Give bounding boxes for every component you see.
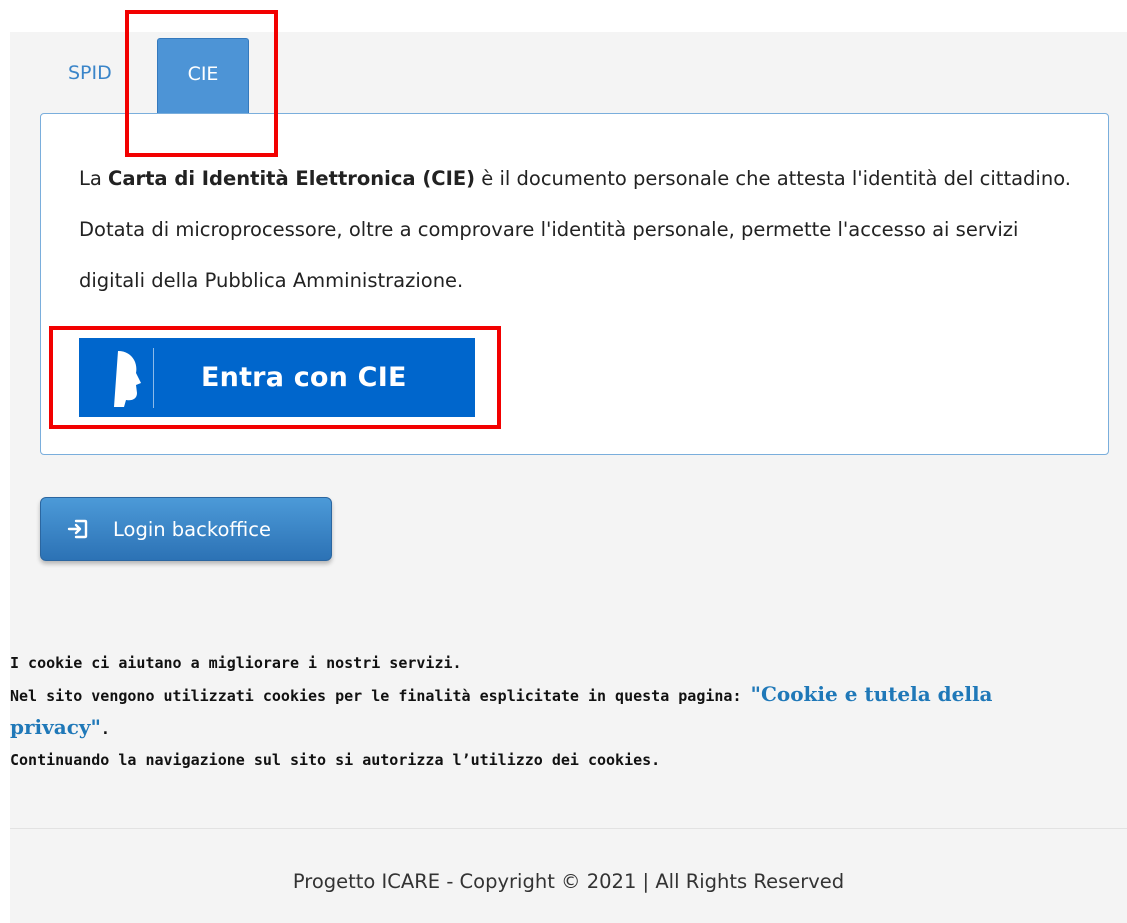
description-prefix: La	[79, 167, 109, 190]
cookie-notice: I cookie ci aiutano a migliorare i nostr…	[10, 648, 1090, 776]
entra-con-cie-label: Entra con CIE	[201, 362, 407, 393]
footer-divider	[10, 828, 1127, 829]
footer-copyright: Progetto ICARE - Copyright © 2021 | All …	[292, 870, 845, 893]
cie-button-divider	[153, 347, 154, 408]
cookie-line-2-text: Nel sito vengono utilizzati cookies per …	[10, 687, 751, 705]
description-bold: Carta di Identità Elettronica (CIE)	[108, 167, 476, 190]
login-tabs: SPID CIE	[10, 32, 1110, 114]
login-backoffice-label: Login backoffice	[113, 517, 271, 541]
login-icon	[67, 519, 88, 539]
logo-id-text: ID	[97, 379, 112, 396]
entra-con-cie-button[interactable]: Cie ID Entra con CIE	[79, 338, 475, 417]
login-backoffice-button[interactable]: Login backoffice	[40, 497, 332, 561]
page: SPID CIE La Carta di Identità Elettronic…	[10, 32, 1127, 923]
cookie-line-3: Continuando la navigazione sul sito si a…	[10, 751, 661, 769]
cie-panel: La Carta di Identità Elettronica (CIE) è…	[40, 113, 1109, 455]
logo-cie-text: Cie	[92, 361, 115, 378]
cookie-line-2: Nel sito vengono utilizzati cookies per …	[10, 679, 1090, 745]
cie-description: La Carta di Identità Elettronica (CIE) è…	[79, 153, 1079, 306]
tab-cie[interactable]: CIE	[157, 38, 249, 114]
tab-spid[interactable]: SPID	[68, 62, 112, 84]
cookie-line-2-end: .	[100, 720, 110, 738]
cookie-line-1: I cookie ci aiutano a migliorare i nostr…	[10, 654, 462, 672]
cie-id-logo-icon: Cie ID	[79, 338, 153, 417]
